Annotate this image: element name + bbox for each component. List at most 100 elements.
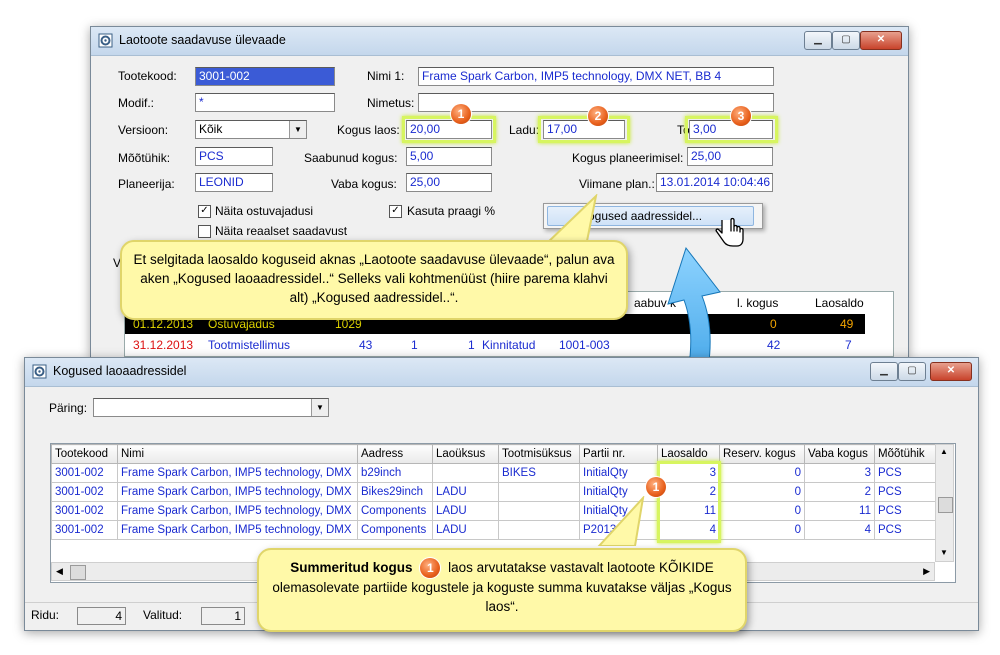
table-cell: Frame Spark Carbon, IMP5 technology, DMX <box>117 463 358 483</box>
row2-c2: 42 <box>767 338 781 352</box>
maximize-button[interactable]: ▢ <box>832 31 860 50</box>
callout-bottom-title: Summeritud kogus <box>290 560 413 575</box>
naita-ostu-checkbox[interactable]: ✓ <box>198 205 211 218</box>
table-cell: LADU <box>432 501 499 521</box>
vertical-scrollbar[interactable]: ▲ ▼ <box>935 444 954 562</box>
naita-reaalset-label: Näita reaalset saadavust <box>215 224 348 238</box>
column-header[interactable]: Tootmisüksus <box>498 444 580 464</box>
column-header[interactable]: Aadress <box>357 444 433 464</box>
chevron-down-icon[interactable]: ▼ <box>289 121 306 138</box>
chevron-down-icon[interactable]: ▼ <box>311 399 328 416</box>
modif-field[interactable]: * <box>195 93 335 112</box>
address-table: Tootekood Nimi Aadress Laoüksus Tootmisüksus… <box>51 444 936 540</box>
row2-c3: 7 <box>845 338 852 352</box>
row2-batch: 1001-003 <box>559 338 610 352</box>
table-cell: Frame Spark Carbon, IMP5 technology, DMX <box>117 482 358 502</box>
kasuta-praagi-checkbox[interactable]: ✓ <box>389 205 402 218</box>
scroll-right-icon[interactable]: ▶ <box>923 566 930 577</box>
kogus-plan-label: Kogus planeerimisel: <box>572 151 684 165</box>
table-cell: 3 <box>804 463 875 483</box>
versioon-combo[interactable]: Kõik ▼ <box>195 120 307 139</box>
bg-grid-row-2[interactable]: 31.12.2013 Tootmistellimus 43 1 1 Kinnit… <box>125 335 865 355</box>
kogus-plan-field[interactable]: 25,00 <box>687 147 773 166</box>
h-scroll-thumb[interactable] <box>70 565 86 580</box>
table-cell: 3001-002 <box>51 463 118 483</box>
table-cell: BIKES <box>498 463 580 483</box>
table-row[interactable]: 3001-002 Frame Spark Carbon, IMP5 technol… <box>51 520 936 540</box>
table-cell: 3001-002 <box>51 520 118 540</box>
valitud-label: Valitud: <box>143 608 183 622</box>
versioon-value: Kõik <box>199 122 223 136</box>
column-header[interactable]: Mõõtühik <box>874 444 936 464</box>
sub-window-title: Kogused laoaadressidel <box>53 364 187 378</box>
column-header[interactable]: Tootekood <box>51 444 118 464</box>
table-row[interactable]: 3001-002 Frame Spark Carbon, IMP5 technol… <box>51 501 936 521</box>
bg-grid-header-laosaldo: Laosaldo <box>815 296 864 310</box>
saabunud-label: Saabunud kogus: <box>304 151 398 165</box>
table-header-row: Tootekood Nimi Aadress Laoüksus Tootmisüksus… <box>51 444 936 464</box>
callout-bottom-box: Summeritud kogus 1 laos arvutatakse vast… <box>257 548 747 632</box>
planeerija-field[interactable]: LEONID <box>195 173 273 192</box>
row2-date: 31.12.2013 <box>133 338 194 352</box>
ridu-label: Ridu: <box>31 608 60 622</box>
ladu-highlight <box>538 116 630 143</box>
badge-1: 1 <box>451 104 471 124</box>
row2-type: Tootmistellimus <box>208 338 291 352</box>
column-header[interactable]: Vaba kogus <box>804 444 875 464</box>
close-button[interactable]: ✕ <box>930 362 972 381</box>
minimize-button[interactable]: ▁ <box>870 362 898 381</box>
table-cell: PCS <box>874 463 936 483</box>
column-header[interactable]: Reserv. kogus <box>719 444 805 464</box>
scroll-down-icon[interactable]: ▼ <box>940 548 948 557</box>
column-header[interactable]: Partii nr. <box>579 444 658 464</box>
hand-cursor-icon <box>715 217 744 247</box>
nimi1-field[interactable]: Frame Spark Carbon, IMP5 technology, DMX… <box>418 67 774 86</box>
table-row[interactable]: 3001-002 Frame Spark Carbon, IMP5 technol… <box>51 482 936 502</box>
versioon-label: Versioon: <box>118 123 169 137</box>
scroll-left-icon[interactable]: ◀ <box>56 566 63 577</box>
table-cell: Bikes29inch <box>357 482 433 502</box>
table-cell: PCS <box>874 501 936 521</box>
table-cell <box>498 482 580 502</box>
table-cell: Frame Spark Carbon, IMP5 technology, DMX <box>117 520 358 540</box>
badge-laosaldo: 1 <box>646 477 666 497</box>
badge-3: 3 <box>731 106 751 126</box>
sub-titlebar[interactable]: Kogused laoaadressidel ▁ ▢ ✕ <box>25 358 978 387</box>
callout-bottom: Summeritud kogus 1 laos arvutatakse vast… <box>257 496 751 636</box>
viimane-plan-field[interactable]: 13.01.2014 10:04:46 <box>656 173 773 192</box>
close-button[interactable]: ✕ <box>860 31 902 50</box>
modif-label: Modif.: <box>118 96 155 110</box>
scroll-up-icon[interactable]: ▲ <box>940 447 948 456</box>
naita-reaalset-checkbox[interactable] <box>198 225 211 238</box>
table-cell: 11 <box>804 501 875 521</box>
kogus-laos-highlight <box>402 116 496 143</box>
planeerija-label: Planeerija: <box>118 177 175 191</box>
naita-ostu-label: Näita ostuvajadusi <box>215 204 314 218</box>
row2-a: 1 <box>411 338 418 352</box>
mootuhik-field[interactable]: PCS <box>195 147 273 166</box>
callout-bottom-pointer <box>597 496 645 546</box>
app-icon <box>32 364 47 379</box>
minimize-button[interactable]: ▁ <box>804 31 832 50</box>
maximize-button[interactable]: ▢ <box>898 362 926 381</box>
saabunud-field[interactable]: 5,00 <box>406 147 492 166</box>
table-cell <box>432 463 499 483</box>
vaba-kogus-field[interactable]: 25,00 <box>406 173 492 192</box>
table-row[interactable]: 3001-002 Frame Spark Carbon, IMP5 technol… <box>51 463 936 483</box>
app-icon <box>98 33 113 48</box>
tootekood-field[interactable]: 3001-002 <box>195 67 335 86</box>
callout-top: Et selgitada laosaldo koguseid aknas „La… <box>120 194 632 324</box>
table-cell: LADU <box>432 482 499 502</box>
row2-b: 1 <box>468 338 475 352</box>
paring-combo[interactable]: ▼ <box>93 398 329 417</box>
column-header[interactable]: Laoüksus <box>432 444 499 464</box>
ridu-value: 4 <box>77 607 126 625</box>
badge-2: 2 <box>588 106 608 126</box>
scroll-thumb[interactable] <box>938 497 953 513</box>
ladu-label: Ladu: <box>509 123 540 137</box>
row1-c3: 49 <box>840 317 854 331</box>
column-header[interactable]: Nimi <box>117 444 358 464</box>
main-titlebar[interactable]: Laotoote saadavuse ülevaade ▁ ▢ ✕ <box>91 27 908 56</box>
vaba-kogus-label: Vaba kogus: <box>331 177 397 191</box>
nimetus-label: Nimetus: <box>367 96 415 110</box>
